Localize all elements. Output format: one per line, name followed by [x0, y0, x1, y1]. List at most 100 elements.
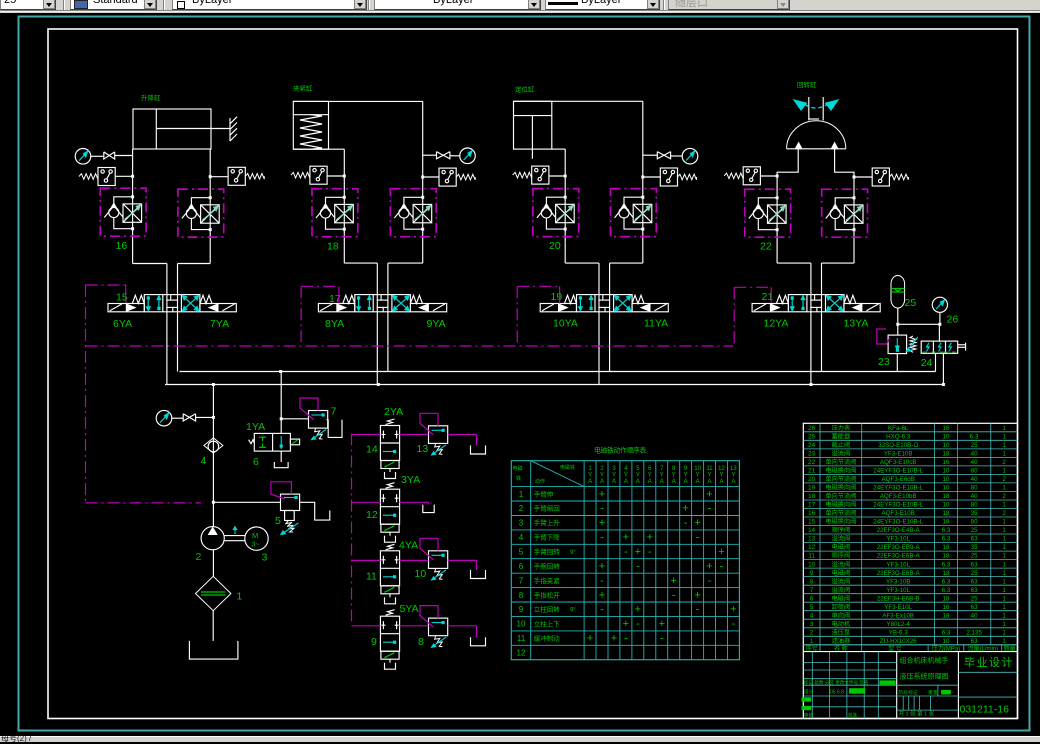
svg-text:25: 25: [971, 570, 978, 577]
svg-text:-: -: [636, 560, 640, 572]
svg-text:-: -: [696, 532, 700, 544]
svg-text:Y: Y: [648, 473, 652, 479]
svg-text:缓冲制动: 缓冲制动: [534, 634, 561, 643]
svg-text:1: 1: [1002, 425, 1006, 432]
svg-text:标记 处数 分区 更改文件号 签名: 标记 处数 分区 更改文件号 签名: [804, 679, 869, 686]
svg-text:10: 10: [415, 568, 427, 580]
svg-text:10: 10: [808, 561, 815, 568]
svg-text:1: 1: [1002, 502, 1006, 509]
svg-text:+: +: [659, 618, 665, 630]
svg-text:3~: 3~: [252, 542, 260, 549]
svg-text:11: 11: [706, 466, 713, 472]
svg-text:18: 18: [943, 553, 950, 560]
svg-text:25: 25: [971, 442, 978, 449]
svg-text:1: 1: [1002, 587, 1006, 594]
svg-text:滤油器: 滤油器: [832, 637, 851, 645]
svg-text:电磁换向阀: 电磁换向阀: [825, 501, 856, 509]
svg-text:组合机床机械手: 组合机床机械手: [900, 656, 949, 665]
svg-text:2: 2: [810, 629, 814, 636]
svg-text:80: 80: [971, 485, 978, 492]
svg-text:24EYF3O-E10B-L: 24EYF3O-E10B-L: [873, 468, 923, 475]
svg-text:电磁换向阀: 电磁换向阀: [825, 518, 856, 526]
svg-text:11: 11: [517, 634, 526, 643]
svg-text:-: -: [624, 633, 628, 645]
svg-text:7: 7: [519, 576, 524, 585]
svg-text:-: -: [600, 503, 604, 515]
svg-text:A: A: [636, 479, 640, 485]
svg-text:9°: 9°: [570, 550, 576, 556]
svg-text:3YA: 3YA: [401, 474, 420, 486]
svg-text:80: 80: [971, 502, 978, 509]
svg-text:+: +: [599, 589, 605, 601]
svg-text:+: +: [682, 503, 688, 515]
svg-text:电磁阀: 电磁阀: [832, 594, 851, 602]
svg-text:8YA: 8YA: [325, 318, 344, 330]
svg-text:-: -: [708, 503, 712, 515]
svg-text:A: A: [731, 479, 735, 485]
svg-text:05.6.8: 05.6.8: [830, 690, 844, 696]
svg-text:Y80L2-4: Y80L2-4: [886, 621, 910, 628]
svg-text:25: 25: [905, 297, 917, 309]
svg-text:升降缸: 升降缸: [141, 93, 161, 102]
svg-text:16: 16: [116, 240, 128, 252]
svg-text:5: 5: [275, 515, 281, 527]
svg-text:Y: Y: [696, 473, 700, 479]
svg-text:1: 1: [1002, 604, 1006, 611]
svg-text:+: +: [599, 560, 605, 572]
svg-text:26: 26: [947, 314, 959, 326]
svg-text:15: 15: [808, 519, 815, 526]
svg-text:22: 22: [760, 240, 772, 252]
svg-text:2: 2: [196, 551, 202, 563]
svg-text:7: 7: [660, 466, 664, 472]
svg-text:电动机: 电动机: [832, 620, 851, 628]
svg-text:1: 1: [1002, 570, 1006, 577]
svg-text:21: 21: [808, 468, 815, 475]
svg-text:19: 19: [551, 291, 563, 303]
svg-text:1: 1: [1002, 536, 1006, 543]
svg-text:1YA: 1YA: [246, 421, 265, 433]
svg-text:电磁: 电磁: [513, 465, 523, 472]
svg-text:立柱上下: 立柱上下: [534, 619, 561, 628]
svg-text:夹紧缸: 夹紧缸: [293, 84, 313, 93]
svg-text:17: 17: [808, 502, 815, 509]
svg-text:Y: Y: [624, 473, 628, 479]
svg-text:11YA: 11YA: [644, 318, 668, 330]
svg-text:手臂回转: 手臂回转: [534, 547, 561, 556]
svg-text:电磁换向阀: 电磁换向阀: [825, 467, 856, 475]
svg-text:AQF3-E10B: AQF3-E10B: [882, 510, 915, 517]
svg-text:-: -: [600, 575, 604, 587]
svg-text:重量: 重量: [928, 689, 938, 696]
svg-text:A: A: [624, 479, 628, 485]
svg-text:-: -: [708, 575, 712, 587]
svg-text:23: 23: [808, 451, 815, 458]
svg-text:1: 1: [1002, 442, 1006, 449]
svg-text:A: A: [707, 479, 711, 485]
svg-text:1: 1: [1002, 612, 1006, 619]
svg-text:-: -: [636, 618, 640, 630]
svg-text:溢流阀: 溢流阀: [832, 560, 851, 568]
svg-text:立柱回转: 立柱回转: [534, 605, 561, 614]
svg-text:10: 10: [943, 434, 950, 441]
svg-text:Y: Y: [612, 473, 616, 479]
svg-text:18: 18: [808, 493, 815, 500]
svg-text:手臂伸: 手臂伸: [534, 489, 554, 498]
svg-text:手臂缩回: 手臂缩回: [534, 504, 560, 513]
svg-text:22EF3O-E6B-A: 22EF3O-E6B-A: [877, 553, 921, 560]
svg-text:+: +: [611, 633, 617, 645]
svg-text:23: 23: [878, 356, 890, 368]
svg-text:Y: Y: [660, 473, 664, 479]
svg-text:+: +: [670, 575, 676, 587]
svg-text:22EF3O-E4B-A: 22EF3O-E4B-A: [877, 527, 921, 534]
svg-text:Y: Y: [600, 473, 604, 479]
svg-text:25: 25: [808, 434, 815, 441]
svg-text:顺序阀: 顺序阀: [832, 552, 851, 560]
svg-text:Y: Y: [707, 473, 711, 479]
svg-text:单向节流阀: 单向节流阀: [825, 475, 856, 483]
svg-text:审核: 审核: [804, 712, 814, 719]
svg-text:12: 12: [718, 466, 725, 472]
svg-text:单向节流阀: 单向节流阀: [825, 458, 856, 466]
svg-text:+: +: [599, 488, 605, 500]
svg-text:电磁阀: 电磁阀: [832, 543, 851, 551]
svg-text:9YA: 9YA: [427, 318, 446, 330]
svg-text:4: 4: [624, 466, 628, 472]
